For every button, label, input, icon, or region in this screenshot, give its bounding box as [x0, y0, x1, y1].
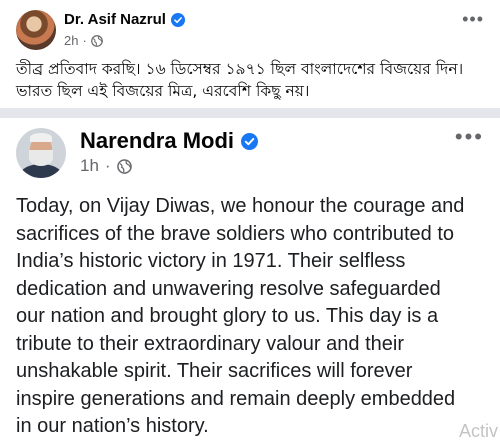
more-options-button[interactable]: ••• — [455, 126, 484, 148]
post-meta: 2h · — [64, 33, 103, 48]
post-divider — [0, 108, 500, 118]
post-asif-nazrul: Dr. Asif Nazrul 2h · ••• তীব্র প্রতিবাদ … — [0, 0, 500, 107]
post-text-line: sacrifices of the brave soldiers who con… — [16, 222, 454, 245]
verified-badge-icon — [170, 12, 185, 27]
post-text-line: in our nation’s history. — [16, 415, 209, 437]
globe-icon — [90, 34, 103, 47]
post-text-line: our nation and brought glory to us. This… — [16, 305, 439, 327]
verified-badge-icon — [241, 132, 259, 150]
post-text: Today, on Vijay Diwas, we honour the cou… — [16, 193, 496, 441]
post-meta: 1h · — [80, 156, 132, 176]
meta-separator: · — [82, 33, 87, 48]
post-text-line: ভারত ছিল এই বিজয়ের মিত্র, এরবেশি কিছু ন… — [16, 82, 310, 100]
author-name[interactable]: Narendra Modi — [80, 128, 234, 154]
post-text-line: তীব্র প্রতিবাদ করছি। ১৬ ডিসেম্বর ১৯৭১ ছি… — [16, 60, 464, 78]
post-text-line: Today, on Vijay Diwas, we honour the cou… — [16, 195, 465, 217]
meta-separator: · — [104, 156, 111, 175]
post-time[interactable]: 2h — [64, 33, 78, 48]
avatar[interactable] — [16, 128, 66, 178]
post-time[interactable]: 1h — [80, 156, 99, 176]
post-author[interactable]: Dr. Asif Nazrul — [64, 11, 185, 28]
globe-icon — [116, 158, 132, 174]
activation-watermark: Activ — [458, 421, 498, 441]
avatar[interactable] — [16, 10, 56, 50]
post-text-line: India’s historic victory in 1971. Their … — [16, 250, 406, 272]
more-options-button[interactable]: ••• — [462, 10, 484, 28]
post-text-line: inspire generations and remain deeply em… — [16, 387, 456, 410]
post-text-line: unshakable spirit. Their sacrifices will… — [16, 360, 413, 382]
post-text: তীব্র প্রতিবাদ করছি। ১৬ ডিসেম্বর ১৯৭১ ছি… — [16, 58, 491, 102]
post-text-line: dedication and unwavering resolve safegu… — [16, 277, 441, 300]
post-narendra-modi: Narendra Modi 1h · ••• Today, on Vijay D… — [0, 118, 500, 446]
author-name[interactable]: Dr. Asif Nazrul — [64, 11, 166, 28]
post-text-line: tribute to their extraordinary valour an… — [16, 332, 404, 355]
post-author[interactable]: Narendra Modi — [80, 128, 259, 154]
